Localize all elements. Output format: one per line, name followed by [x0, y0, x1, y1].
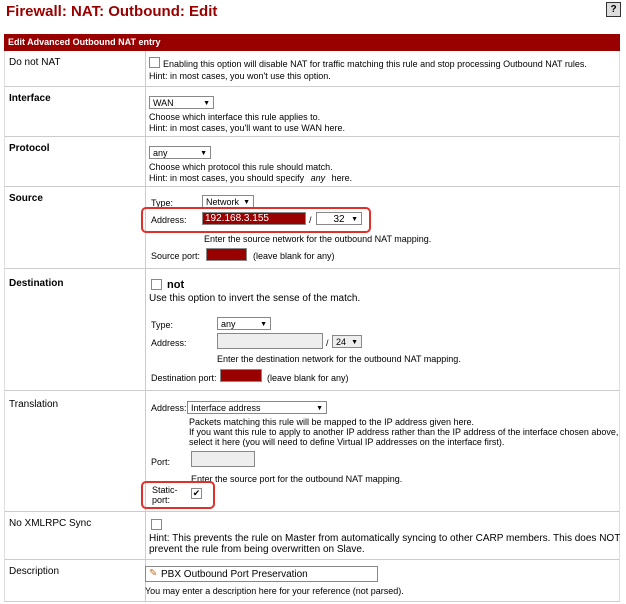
row-destination: Destination not Use this option to inver…	[4, 269, 620, 391]
destination-invert-text: Use this option to invert the sense of t…	[149, 293, 361, 304]
destination-mask-select[interactable]: 24 ▼	[332, 335, 362, 348]
destination-not-label: not	[167, 279, 185, 291]
do-not-nat-text: Enabling this option will disable NAT fo…	[163, 59, 587, 69]
label-source: Source	[9, 193, 43, 204]
translation-help3: select it here (you will need to define …	[189, 437, 505, 447]
translation-port-input[interactable]	[191, 451, 255, 467]
destination-address-input[interactable]	[217, 333, 323, 349]
destination-help: Enter the destination network for the ou…	[217, 354, 461, 364]
protocol-help2-post: here.	[331, 173, 353, 183]
label-description: Description	[9, 566, 60, 577]
row-interface: Interface WAN ▼ Choose which interface t…	[4, 87, 620, 137]
row-xmlrpc: No XMLRPC Sync Hint: This prevents the r…	[4, 512, 620, 560]
row-description: Description ✎ PBX Outbound Port Preserva…	[4, 560, 620, 602]
label-protocol: Protocol	[9, 143, 50, 154]
source-address-label: Address:	[151, 215, 187, 225]
protocol-select[interactable]: any ▼	[149, 146, 211, 159]
description-input[interactable]: ✎ PBX Outbound Port Preservation	[145, 566, 378, 582]
translation-address-value: Interface address	[191, 403, 261, 413]
source-help: Enter the source network for the outboun…	[204, 234, 432, 244]
source-slash: /	[309, 215, 312, 225]
do-not-nat-checkbox[interactable]	[149, 57, 160, 68]
help-icon[interactable]: ?	[606, 2, 621, 17]
destination-mask-value: 24	[336, 337, 347, 347]
protocol-help2-pre: Hint: in most cases, you should specify	[149, 173, 305, 183]
protocol-help2-em: any	[310, 173, 326, 183]
label-xmlrpc: No XMLRPC Sync	[9, 518, 92, 529]
translation-address-select[interactable]: Interface address ▼	[187, 401, 327, 414]
label-interface: Interface	[9, 93, 51, 104]
protocol-help2: Hint: in most cases, you should specify …	[149, 173, 352, 183]
row-source: Source Type: Network ▼ Address: 192.168.…	[4, 187, 620, 269]
static-port-checkbox[interactable]: ✔	[191, 488, 202, 499]
chevron-down-icon: ▼	[316, 405, 323, 412]
row-do-not-nat: Do not NAT Enabling this option will dis…	[4, 51, 620, 87]
source-port-label: Source port:	[151, 251, 201, 261]
translation-help2: If you want this rule to apply to anothe…	[189, 427, 619, 437]
chevron-down-icon: ▼	[260, 321, 267, 328]
source-mask-select[interactable]: 32 ▼	[316, 212, 362, 225]
translation-address-label: Address:	[151, 403, 187, 413]
destination-slash: /	[326, 338, 329, 348]
interface-select-value: WAN	[153, 98, 174, 108]
destination-port-hint: (leave blank for any)	[267, 373, 349, 383]
destination-address-label: Address:	[151, 338, 187, 348]
chevron-down-icon: ▼	[351, 216, 358, 223]
destination-type-label: Type:	[151, 320, 174, 330]
interface-help2: Hint: in most cases, you'll want to use …	[149, 123, 345, 133]
destination-not-checkbox[interactable]	[151, 279, 162, 290]
chevron-down-icon: ▼	[203, 100, 210, 107]
destination-port-label: Destination port:	[151, 373, 217, 383]
interface-help1: Choose which interface this rule applies…	[149, 112, 321, 122]
source-port-hint: (leave blank for any)	[253, 251, 335, 261]
destination-type-select[interactable]: any ▼	[217, 317, 271, 330]
destination-type-value: any	[221, 319, 236, 329]
source-type-value: Network	[206, 197, 240, 207]
section-header: Edit Advanced Outbound NAT entry	[4, 34, 620, 51]
translation-help1: Packets matching this rule will be mappe…	[189, 417, 474, 427]
protocol-help1: Choose which protocol this rule should m…	[149, 162, 333, 172]
row-translation: Translation Address: Interface address ▼…	[4, 391, 620, 512]
page-title: Firewall: NAT: Outbound: Edit	[6, 3, 218, 20]
description-help: You may enter a description here for you…	[145, 586, 404, 596]
xmlrpc-help2: prevent the rule from being overwritten …	[149, 544, 365, 555]
static-port-label2: port:	[152, 495, 171, 505]
label-destination: Destination	[9, 278, 64, 289]
interface-select[interactable]: WAN ▼	[149, 96, 214, 109]
label-do-not-nat: Do not NAT	[9, 57, 61, 68]
chevron-down-icon: ▼	[351, 339, 358, 346]
source-mask-value: 32	[333, 214, 345, 225]
translation-port-help: Enter the source port for the outbound N…	[191, 474, 403, 484]
pencil-icon: ✎	[149, 568, 158, 579]
static-port-label1: Static-	[152, 485, 178, 495]
label-translation: Translation	[9, 399, 59, 410]
chevron-down-icon: ▼	[200, 150, 207, 157]
description-value: PBX Outbound Port Preservation	[161, 569, 308, 580]
check-icon: ✔	[192, 488, 201, 498]
row-protocol: Protocol any ▼ Choose which protocol thi…	[4, 137, 620, 187]
xmlrpc-checkbox[interactable]	[151, 519, 162, 530]
source-port-input[interactable]	[206, 248, 247, 261]
xmlrpc-help1: Hint: This prevents the rule on Master f…	[149, 533, 621, 544]
protocol-select-value: any	[153, 148, 168, 158]
source-address-input[interactable]: 192.168.3.155	[202, 212, 306, 225]
destination-port-input[interactable]	[220, 369, 262, 382]
do-not-nat-hint: Hint: in most cases, you won't use this …	[149, 71, 331, 81]
translation-port-label: Port:	[151, 457, 171, 467]
